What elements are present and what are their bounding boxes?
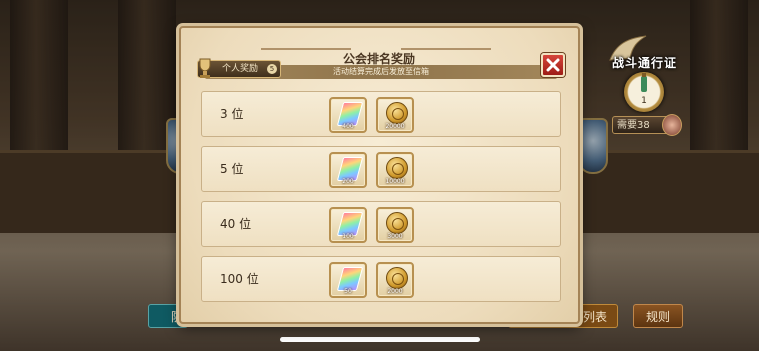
item-quantity: 400 [342,123,354,130]
crystal-reward-item[interactable]: 200 [329,152,367,188]
tab-count-badge: 5 [267,64,277,74]
battle-pass-title: 战斗通行证 [612,56,678,70]
rank-label: 40 位 [220,217,252,231]
close-icon [546,58,560,72]
item-quantity: 200 [342,178,354,185]
guild-ranking-reward-dialog: 公会排名奖励 活动结算完成后发放至信箱 个人奖励 5 3 位 400 20000 [179,26,580,324]
coin-reward-item[interactable]: 10000 [376,152,414,188]
reward-row: 5 位 200 10000 [201,146,561,192]
home-indicator[interactable] [280,337,480,342]
avatar [662,114,682,136]
coin-icon [386,212,408,234]
coin-reward-item[interactable]: 20000 [376,97,414,133]
close-button[interactable] [541,53,565,77]
item-quantity: 50 [344,288,352,295]
battle-pass-badge[interactable]: 1 [624,72,664,112]
crystal-reward-item[interactable]: 50 [329,262,367,298]
coin-icon [386,267,408,289]
rank-label: 5 位 [220,162,244,176]
trophy-icon [199,58,211,78]
item-quantity: 3000 [387,233,403,240]
tab-personal-reward[interactable]: 个人奖励 5 [197,58,281,78]
crystal-reward-item[interactable]: 100 [329,207,367,243]
tab-label: 个人奖励 [222,64,259,74]
rank-label: 100 位 [220,272,259,286]
item-quantity: 100 [342,233,354,240]
coin-icon [386,157,408,179]
coin-reward-item[interactable]: 3000 [376,207,414,243]
coin-icon [386,102,408,124]
reward-row: 100 位 50 2000 [201,256,561,302]
crystal-reward-item[interactable]: 400 [329,97,367,133]
reward-row: 40 位 100 3000 [201,201,561,247]
item-quantity: 10000 [385,178,405,185]
coin-reward-item[interactable]: 2000 [376,262,414,298]
reward-row: 3 位 400 20000 [201,91,561,137]
rules-button[interactable]: 规则 [633,304,683,328]
item-quantity: 2000 [387,288,403,295]
item-quantity: 20000 [385,123,405,130]
bottle-icon [641,73,647,92]
battle-pass-level: 1 [641,96,647,106]
rank-label: 3 位 [220,107,244,121]
